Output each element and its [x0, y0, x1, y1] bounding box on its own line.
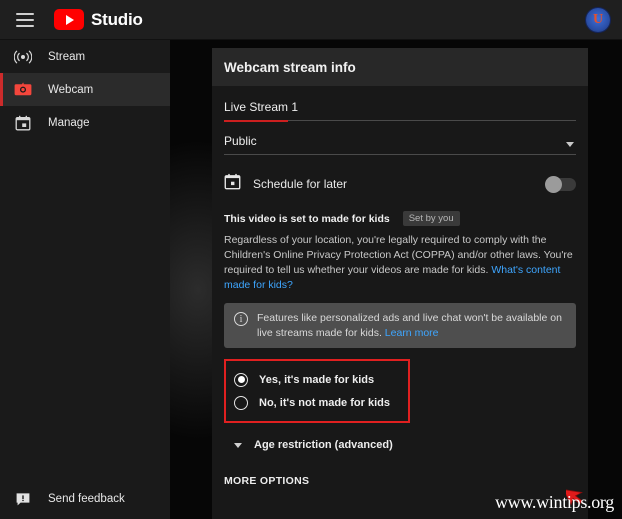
set-by-you-badge: Set by you — [402, 211, 460, 226]
dialog-header: Webcam stream info — [212, 48, 588, 86]
chevron-down-icon — [566, 141, 574, 147]
live-stream-info-box: i Features like personalized ads and liv… — [224, 303, 576, 348]
radio-no-not-made-for-kids[interactable]: No, it's not made for kids — [234, 391, 400, 414]
camera-icon — [12, 80, 34, 100]
info-box-text-wrap: Features like personalized ads and live … — [257, 311, 566, 340]
schedule-toggle[interactable] — [545, 175, 576, 193]
visibility-value: Public — [224, 134, 257, 148]
schedule-for-later-row[interactable]: Schedule for later — [224, 171, 576, 197]
visibility-select[interactable]: Public — [224, 134, 576, 155]
youtube-studio-window: Studio U Stream Webcam Manage Send feedb… — [0, 0, 622, 519]
coppa-paragraph: Regardless of your location, you're lega… — [224, 233, 574, 293]
feedback-icon — [12, 489, 34, 509]
top-bar: Studio U — [0, 0, 622, 40]
sidebar-item-label: Stream — [48, 50, 86, 63]
studio-brand[interactable]: Studio — [54, 9, 143, 30]
webcam-stream-info-dialog: Webcam stream info Live Stream 1 Public — [212, 48, 588, 519]
avatar-mark: U — [592, 12, 604, 27]
sidebar-item-manage[interactable]: Manage — [0, 106, 170, 139]
learn-more-link[interactable]: Learn more — [385, 327, 439, 339]
radio-label: Yes, it's made for kids — [259, 373, 375, 386]
send-feedback-label: Send feedback — [48, 493, 125, 505]
brand-label: Studio — [91, 9, 143, 29]
made-for-kids-heading-row: This video is set to made for kids Set b… — [224, 211, 576, 226]
send-feedback-button[interactable]: Send feedback — [0, 479, 170, 519]
dialog-title: Webcam stream info — [224, 59, 356, 75]
age-restriction-label: Age restriction (advanced) — [254, 439, 393, 451]
user-avatar[interactable]: U — [586, 8, 610, 32]
stream-title-value: Live Stream 1 — [224, 100, 299, 114]
sidebar-item-label: Webcam — [48, 83, 94, 96]
radio-selected-icon — [234, 372, 248, 387]
sidebar-item-webcam[interactable]: Webcam — [0, 73, 170, 106]
more-options-button[interactable]: MORE OPTIONS — [224, 475, 576, 487]
sidebar: Stream Webcam Manage Send feedback — [0, 40, 170, 519]
chevron-down-icon — [234, 442, 242, 448]
radio-label: No, it's not made for kids — [259, 396, 390, 409]
info-icon: i — [234, 312, 248, 326]
radio-yes-made-for-kids[interactable]: Yes, it's made for kids — [234, 368, 400, 391]
hamburger-menu-icon[interactable] — [16, 12, 34, 27]
schedule-label: Schedule for later — [253, 177, 348, 191]
youtube-play-icon — [54, 9, 84, 30]
calendar-icon — [224, 173, 241, 195]
dialog-body: Live Stream 1 Public Schedule for later … — [212, 100, 588, 519]
made-for-kids-radio-group: Yes, it's made for kids No, it's not mad… — [224, 359, 410, 423]
field-underline — [224, 120, 576, 122]
stream-title-field[interactable]: Live Stream 1 — [224, 100, 576, 122]
field-underline — [224, 154, 576, 155]
sidebar-item-label: Manage — [48, 116, 90, 129]
broadcast-icon — [12, 47, 34, 67]
calendar-icon — [12, 113, 34, 133]
sidebar-item-stream[interactable]: Stream — [0, 40, 170, 73]
age-restriction-row[interactable]: Age restriction (advanced) — [224, 439, 576, 451]
made-for-kids-heading: This video is set to made for kids — [224, 212, 390, 225]
radio-unselected-icon — [234, 395, 248, 410]
